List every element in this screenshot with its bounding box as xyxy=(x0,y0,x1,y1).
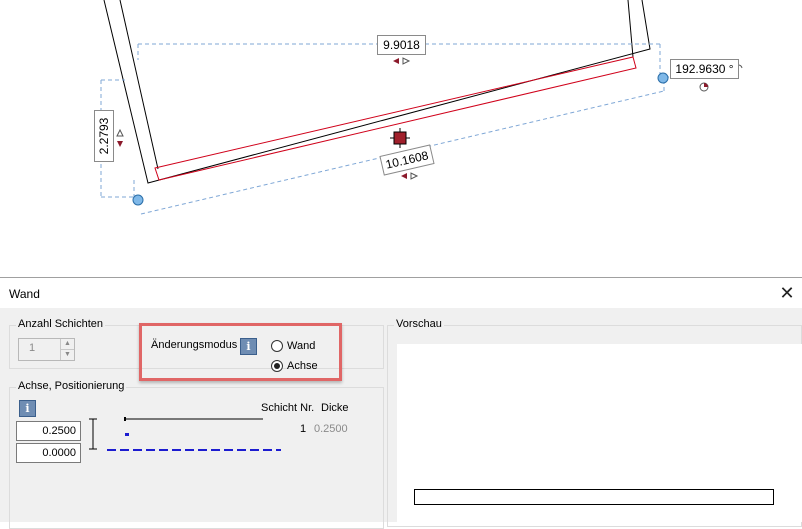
dialog-title: Wand xyxy=(9,287,40,301)
layer-diagram xyxy=(89,417,281,451)
dim-label-left[interactable]: 2.2793 xyxy=(94,110,114,162)
axis-offset-top-input[interactable]: 0.2500 xyxy=(16,421,81,441)
info-icon-achse[interactable]: i xyxy=(19,400,36,417)
arrow-left-bottom xyxy=(401,173,407,179)
spinner-up-icon[interactable]: ▲ xyxy=(60,339,74,349)
vorschau-label: Vorschau xyxy=(394,318,444,330)
layer-count-value: 1 xyxy=(29,342,36,354)
move-handle xyxy=(393,131,407,145)
layer-count-spinner[interactable]: 1 ▲ ▼ xyxy=(18,338,75,361)
dim-label-top[interactable]: 9.9018 xyxy=(377,35,426,55)
wall-inner-line-right xyxy=(627,0,634,58)
dialog-titlebar: Wand ✕ xyxy=(0,278,802,308)
arrow-left-top xyxy=(393,58,399,64)
dim-label-angle[interactable]: 192.9630 ° xyxy=(670,59,739,79)
wand-dialog: Wand ✕ Anzahl Schichten 1 ▲ ▼ Änderungsm… xyxy=(0,277,802,529)
wall-outer-line xyxy=(103,0,651,184)
cad-canvas[interactable]: 9.9018 10.1608 2.2793 192.9630 ° xyxy=(0,0,802,277)
preview-area xyxy=(397,344,802,522)
highlight-box xyxy=(139,323,342,381)
col-dicke: Dicke xyxy=(321,402,349,414)
axis-offset-bottom-input[interactable]: 0.0000 xyxy=(16,443,81,463)
handle-point-right xyxy=(657,72,669,84)
anzahl-schichten-label: Anzahl Schichten xyxy=(16,318,105,330)
arrow-up-left xyxy=(116,128,124,137)
close-icon[interactable]: ✕ xyxy=(772,278,802,308)
row-dicke: 0.2500 xyxy=(314,423,348,435)
preview-wall xyxy=(414,489,774,505)
arrow-right-top xyxy=(402,57,411,65)
row-schicht-nr: 1 xyxy=(300,423,307,435)
arrow-right-bottom xyxy=(410,172,419,180)
achse-positionierung-label: Achse, Positionierung xyxy=(16,380,127,392)
handle-point-left xyxy=(132,194,144,206)
arrow-down-left xyxy=(117,141,123,147)
spinner-down-icon[interactable]: ▼ xyxy=(60,349,74,360)
